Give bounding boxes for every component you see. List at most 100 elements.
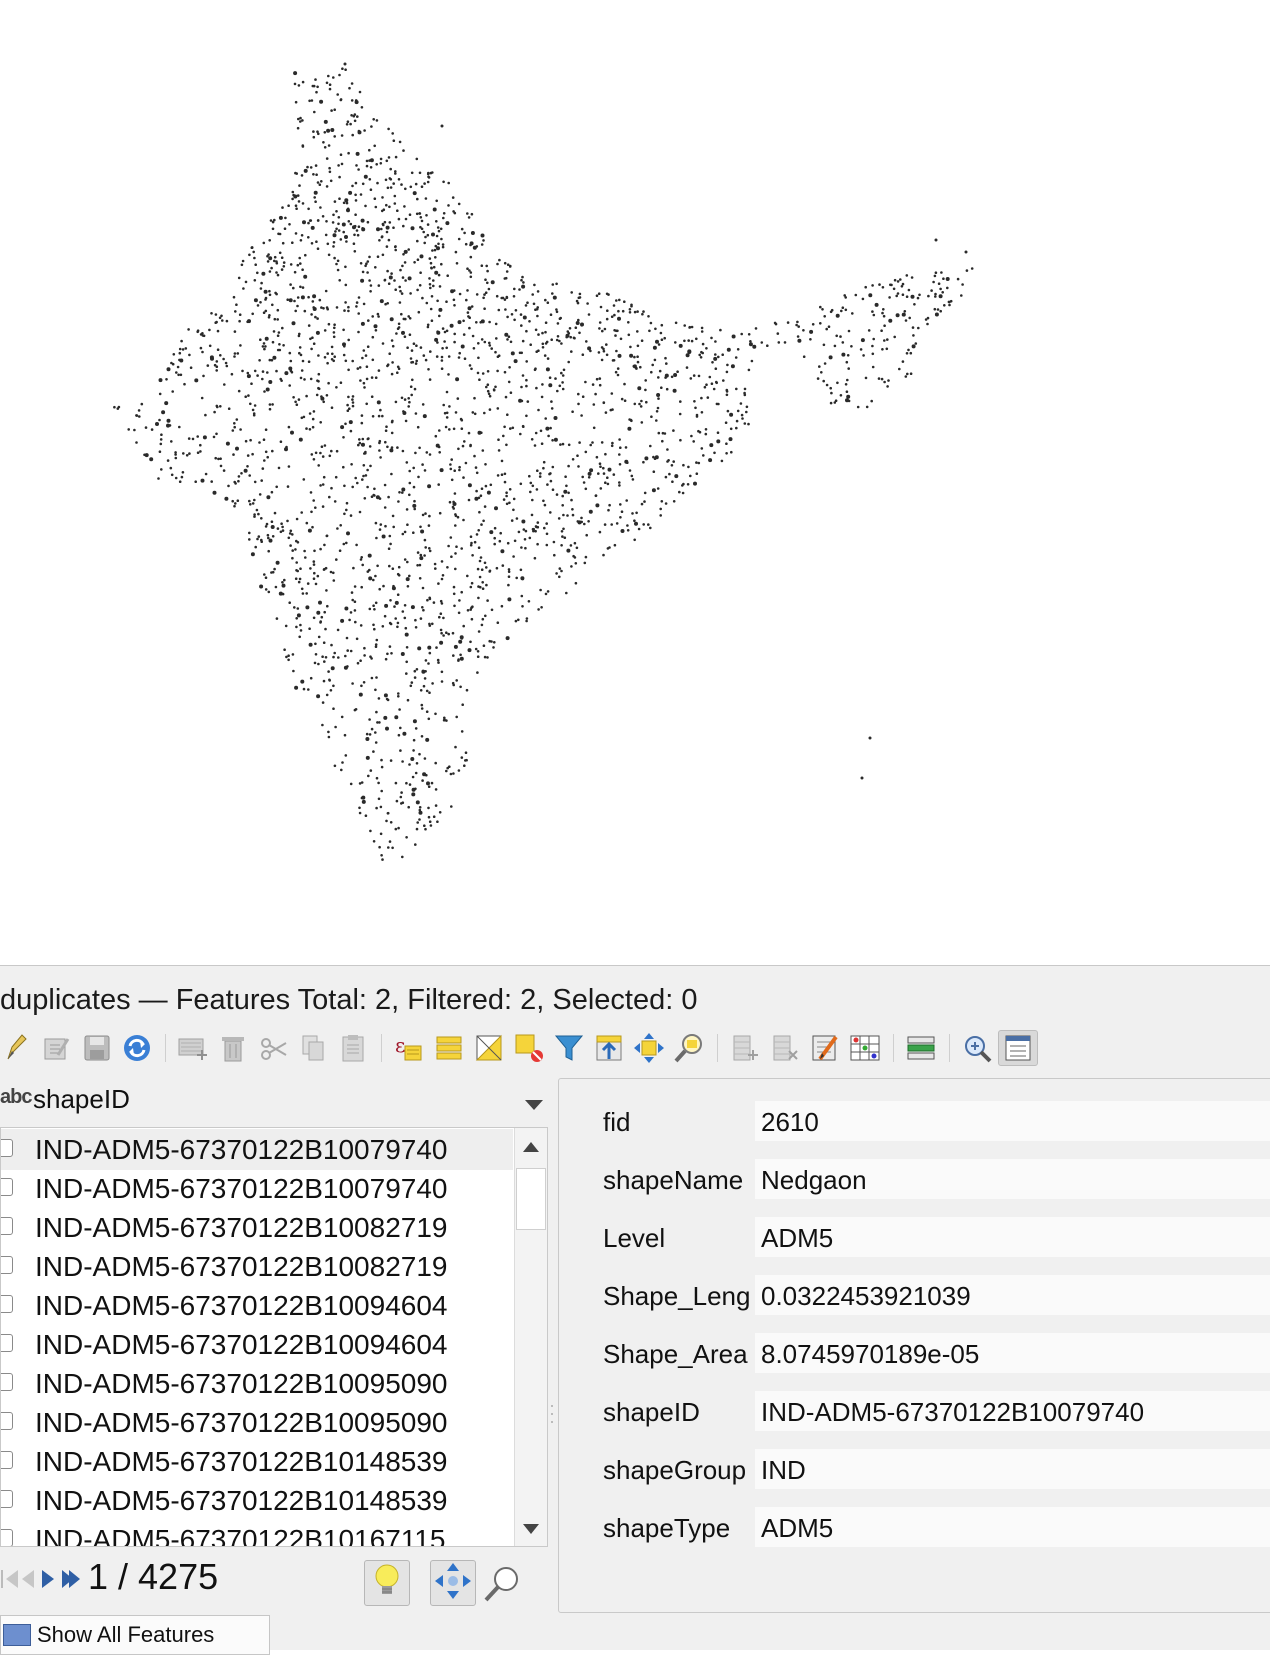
field-value: 0.0322453921039 [761,1281,971,1311]
highlight-feature-button[interactable] [364,1560,410,1606]
field-value: IND [761,1455,806,1485]
list-item[interactable]: IND-ADM5-67370122B10167115 [1,1519,513,1547]
filter-icon[interactable] [552,1030,586,1066]
list-item[interactable]: IND-ADM5-67370122B10082719 [1,1246,513,1287]
previous-feature-icon[interactable] [20,1568,36,1595]
field-value: 2610 [761,1107,819,1137]
dock-icon[interactable] [960,1030,994,1066]
last-feature-icon[interactable] [60,1568,82,1595]
form-row-level: Level ADM5 [559,1217,1270,1259]
table-icon [3,1624,31,1646]
list-item-label: IND-ADM5-67370122B10082719 [35,1212,448,1243]
list-item-label: IND-ADM5-67370122B10079740 [35,1173,448,1204]
zoom-to-feature-icon[interactable] [482,1564,522,1609]
paste-icon[interactable] [336,1030,370,1066]
list-item[interactable]: IND-ADM5-67370122B10095090 [1,1402,513,1443]
save-edits-icon[interactable] [80,1030,114,1066]
field-value-input[interactable]: IND-ADM5-67370122B10079740 [755,1391,1270,1431]
show-all-features-button[interactable]: Show All Features [0,1615,270,1655]
field-value-input[interactable]: Nedgaon [755,1159,1270,1199]
list-item[interactable]: IND-ADM5-67370122B10095090 [1,1363,513,1404]
chevron-down-icon[interactable] [524,1098,544,1116]
row-checkbox[interactable] [1,1490,13,1508]
reload-icon[interactable] [120,1030,154,1066]
list-item[interactable]: IND-ADM5-67370122B10082719 [1,1207,513,1248]
feature-list[interactable]: IND-ADM5-67370122B10079740 IND-ADM5-67370… [0,1127,548,1547]
list-item[interactable]: IND-ADM5-67370122B10148539 [1,1480,513,1521]
row-checkbox[interactable] [1,1373,13,1391]
field-label: shapeType [603,1513,731,1543]
invert-selection-icon[interactable] [472,1030,506,1066]
list-item[interactable]: IND-ADM5-67370122B10079740 [1,1168,513,1209]
cut-icon[interactable] [256,1030,290,1066]
field-label: fid [603,1107,631,1137]
row-checkbox[interactable] [1,1412,13,1430]
field-value: ADM5 [761,1513,834,1543]
next-feature-icon[interactable] [40,1568,56,1595]
field-value: 8.0745970189e-05 [761,1339,980,1369]
multi-edit-icon[interactable] [40,1030,74,1066]
copy-icon[interactable] [296,1030,330,1066]
field-label: Level [603,1223,666,1253]
delete-field-icon[interactable] [768,1030,802,1066]
row-checkbox[interactable] [1,1451,13,1469]
row-checkbox[interactable] [1,1334,13,1352]
actions-icon[interactable] [904,1030,938,1066]
list-item[interactable]: IND-ADM5-67370122B10094604 [1,1324,513,1365]
list-item[interactable]: IND-ADM5-67370122B10094604 [1,1285,513,1326]
form-row-shapegroup: shapeGroup IND [559,1449,1270,1491]
text-field-type-badge: abc [0,1086,32,1108]
list-item[interactable]: IND-ADM5-67370122B10148539 [1,1441,513,1482]
list-item-label: IND-ADM5-67370122B10079740 [35,1134,448,1165]
scroll-down-icon[interactable] [522,1522,540,1540]
field-value-input[interactable]: 0.0322453921039 [755,1275,1270,1315]
row-checkbox[interactable] [1,1139,13,1157]
map-points-layer [113,62,974,861]
list-column-header[interactable]: abc shapeID [0,1078,550,1120]
row-checkbox[interactable] [1,1217,13,1235]
list-item-label: IND-ADM5-67370122B10167115 [35,1524,446,1547]
row-checkbox[interactable] [1,1295,13,1313]
list-item-label: IND-ADM5-67370122B10094604 [35,1329,448,1360]
form-row-fid: fid 2610 [559,1101,1270,1143]
panel-title: duplicates — Features Total: 2, Filtered… [0,984,698,1016]
scroll-up-icon[interactable] [522,1140,540,1158]
map-canvas[interactable] [0,0,1270,965]
field-value: Nedgaon [761,1165,867,1195]
scrollbar-thumb[interactable] [516,1168,546,1230]
new-field-icon[interactable] [728,1030,762,1066]
feature-form: fid 2610 shapeName Nedgaon Level ADM5 Shape_Le… [558,1078,1270,1613]
zoom-to-selection-icon[interactable] [672,1030,706,1066]
field-value-input[interactable]: ADM5 [755,1507,1270,1547]
pan-to-selection-icon[interactable] [632,1030,666,1066]
column-name: shapeID [33,1084,130,1114]
form-row-shape-leng: Shape_Leng 0.0322453921039 [559,1275,1270,1317]
delete-feature-icon[interactable] [216,1030,250,1066]
row-checkbox[interactable] [1,1256,13,1274]
list-item[interactable]: IND-ADM5-67370122B10079740 [1,1129,513,1170]
first-feature-icon[interactable] [0,1568,20,1595]
select-expression-icon[interactable]: ε [392,1030,426,1066]
field-value-input[interactable]: 2610 [755,1101,1270,1141]
field-value-input[interactable]: 8.0745970189e-05 [755,1333,1270,1373]
field-value-input[interactable]: IND [755,1449,1270,1489]
attribute-table-panel: duplicates — Features Total: 2, Filtered… [0,965,1270,1655]
row-checkbox[interactable] [1,1529,13,1546]
row-checkbox[interactable] [1,1178,13,1196]
list-item-label: IND-ADM5-67370122B10095090 [35,1407,448,1438]
lightbulb-icon [371,1562,403,1605]
form-row-shape-area: Shape_Area 8.0745970189e-05 [559,1333,1270,1375]
field-calculator-icon[interactable] [808,1030,842,1066]
navigation-bar: 1 / 4275 [0,1556,550,1606]
form-view-icon[interactable] [998,1030,1038,1066]
list-scrollbar[interactable] [514,1128,547,1546]
toggle-editing-icon[interactable] [0,1030,34,1066]
deselect-all-icon[interactable] [512,1030,546,1066]
move-selection-top-icon[interactable] [592,1030,626,1066]
add-feature-icon[interactable] [176,1030,210,1066]
field-value-input[interactable]: ADM5 [755,1217,1270,1257]
automatically-pan-button[interactable] [430,1560,476,1606]
panel-splitter[interactable] [550,1386,554,1446]
conditional-format-icon[interactable] [848,1030,882,1066]
select-all-icon[interactable] [432,1030,466,1066]
